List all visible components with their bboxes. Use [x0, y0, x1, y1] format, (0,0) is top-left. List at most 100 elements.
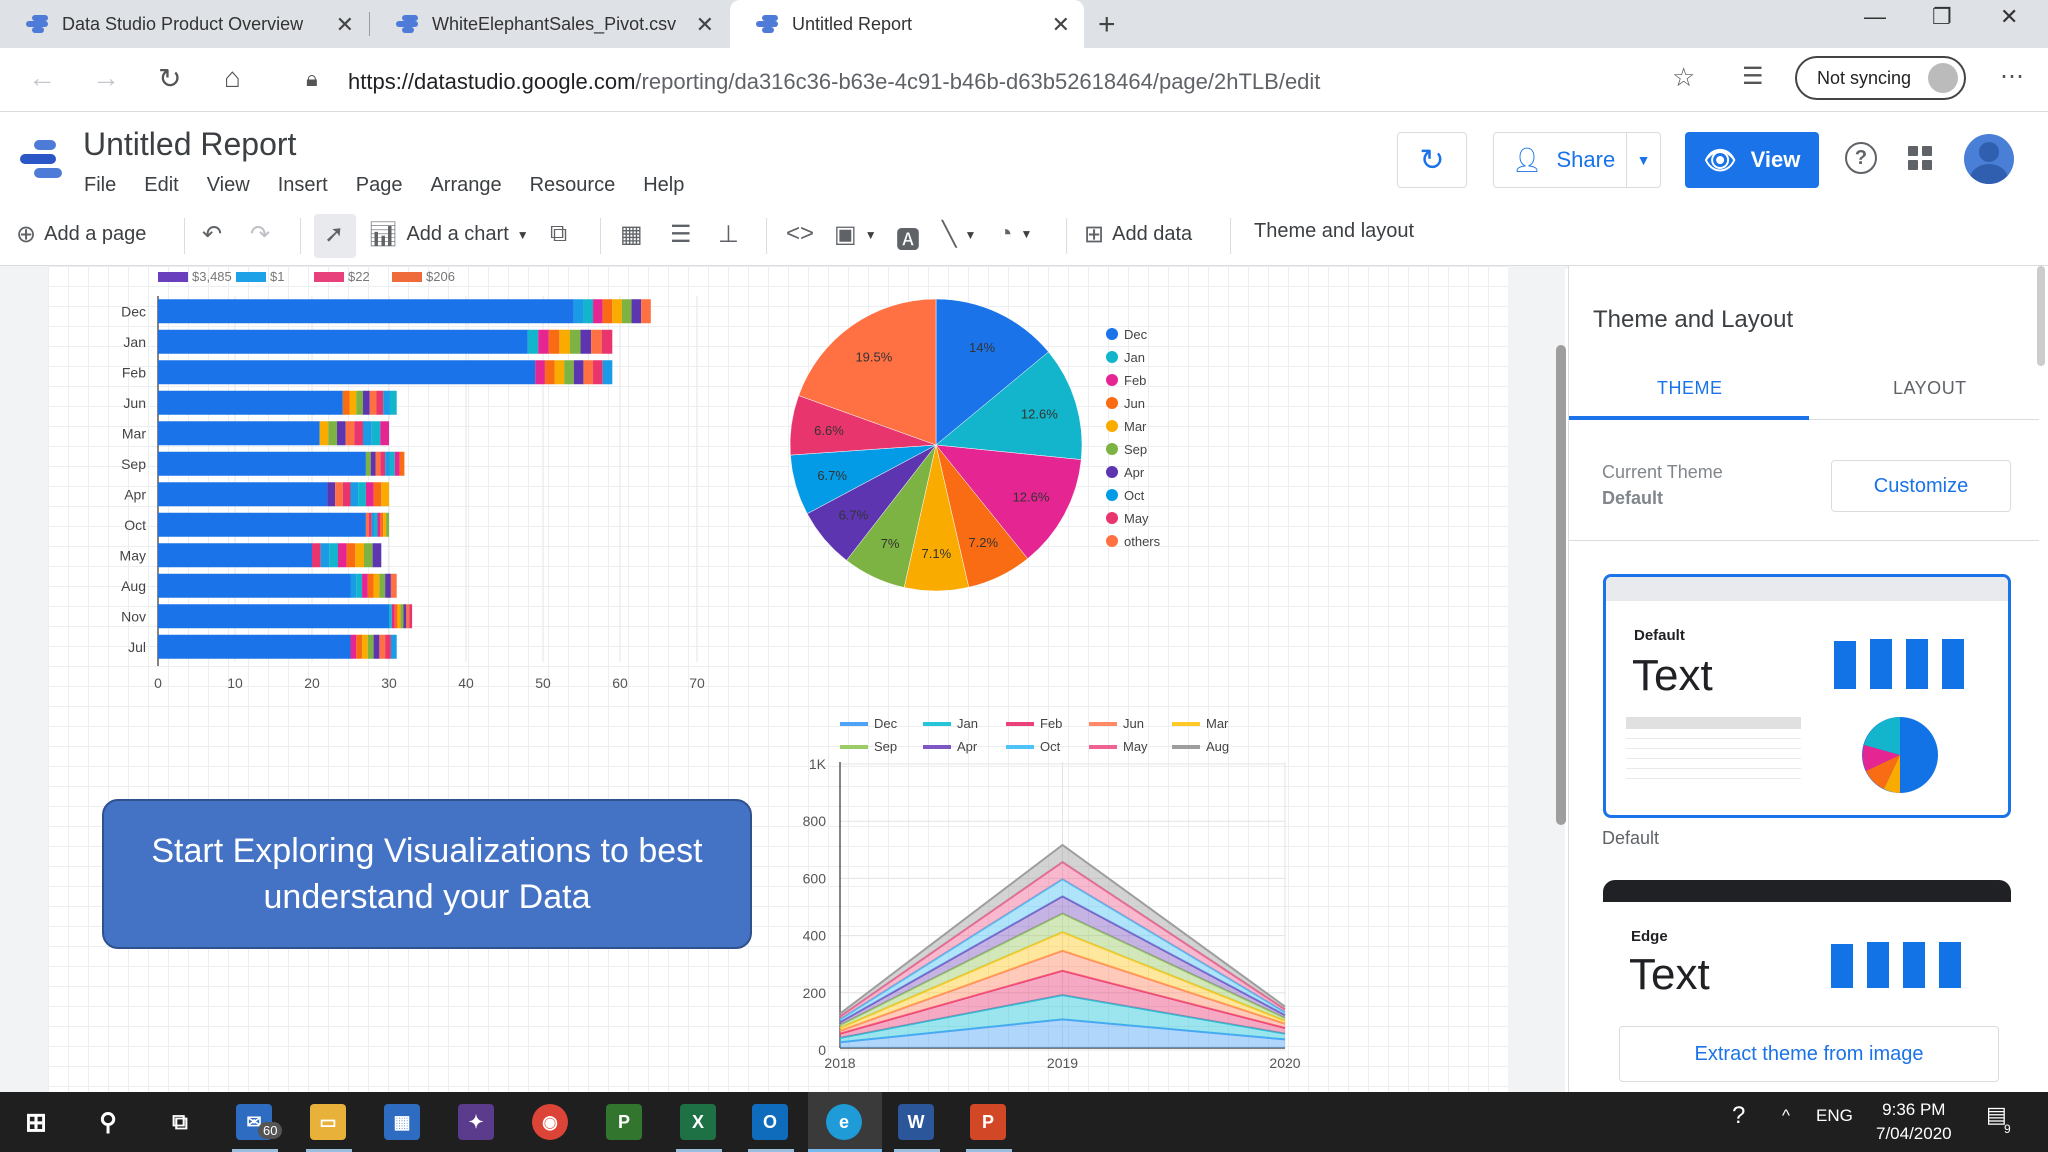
store-icon[interactable]: ▦	[384, 1104, 420, 1140]
theme-card-default[interactable]: Default Text	[1603, 574, 2011, 818]
home-icon[interactable]: ⌂	[224, 62, 241, 94]
customize-button[interactable]: Customize	[1831, 460, 2011, 512]
data-control-icon: ⊥	[718, 221, 739, 248]
filter-control-button[interactable]: ☰	[670, 220, 692, 249]
file-explorer-icon[interactable]: ▭	[310, 1104, 346, 1140]
account-avatar[interactable]	[1964, 134, 2014, 184]
refresh-data-button[interactable]: ↻	[1397, 132, 1467, 188]
legend-swatch	[1172, 745, 1200, 749]
shape-button[interactable]: ◔ ▼	[998, 220, 1032, 248]
apps-grid-icon[interactable]	[1908, 146, 1932, 170]
legend-swatch	[1089, 745, 1117, 749]
favorites-icon[interactable]: ☰	[1742, 62, 1764, 91]
legend-swatch	[840, 745, 868, 749]
bar-segment	[400, 604, 404, 629]
legend-label: May	[1123, 739, 1148, 754]
panel-scrollbar[interactable]	[2037, 266, 2045, 366]
image-button[interactable]: ▣ ▼	[834, 220, 877, 249]
add-data-button[interactable]: ⊞ Add data	[1084, 220, 1192, 249]
minimize-icon[interactable]: —	[1864, 4, 1886, 30]
callout-text-box[interactable]: Start Exploring Visualizations to best u…	[102, 799, 752, 949]
share-dropdown-icon[interactable]: ▼	[1626, 133, 1660, 187]
extract-theme-button[interactable]: Extract theme from image	[1619, 1026, 1999, 1082]
data-control-button[interactable]: ⊥	[718, 220, 739, 249]
bar-segment	[573, 299, 584, 324]
menu-resource[interactable]: Resource	[530, 174, 616, 197]
photos-icon[interactable]: ✦	[458, 1104, 494, 1140]
bar-segment	[377, 512, 381, 537]
reload-icon[interactable]: ↻	[158, 62, 181, 95]
menu-edit[interactable]: Edit	[144, 174, 178, 197]
browser-tab-active[interactable]: Untitled Report ✕	[730, 0, 1084, 48]
theme-card-name: Default	[1634, 627, 1685, 644]
edge-browser-icon[interactable]: e	[826, 1104, 862, 1140]
redo-icon: ↷	[250, 221, 271, 248]
select-tool[interactable]: ➚	[324, 220, 344, 249]
help-tray-icon[interactable]: ?	[1732, 1102, 1745, 1130]
menu-page[interactable]: Page	[356, 174, 403, 197]
tab-theme[interactable]: THEME	[1657, 378, 1723, 399]
menu-view[interactable]: View	[207, 174, 250, 197]
legend-label: $1	[270, 269, 284, 284]
stacked-bar-chart[interactable]: $3,485 $1 $22 $206 0 10 20 30 40 50 60 70 Dec Jan Feb J…	[90, 266, 730, 696]
menu-help[interactable]: Help	[643, 174, 684, 197]
pie-chart[interactable]: 14% 12.6% 12.6% 7.2% 7.1% 7% 6.7% 6.7% 6.6% 19.5%…	[770, 280, 1190, 610]
legend-swatch	[923, 745, 951, 749]
undo-button[interactable]: ↶	[202, 220, 222, 249]
language-indicator[interactable]: ENG	[1816, 1106, 1853, 1126]
more-icon[interactable]: ⋯	[2000, 62, 2024, 91]
stacked-area-chart[interactable]: Dec Jan Feb Jun Mar Sep Apr Oct May Aug 1K 800 600 40…	[780, 700, 1340, 1090]
report-title[interactable]: Untitled Report	[83, 126, 296, 163]
slice-label: 19.5%	[855, 350, 892, 365]
close-icon[interactable]: ✕	[696, 12, 714, 38]
profile-sync-button[interactable]: Not syncing	[1795, 56, 1966, 100]
powerpoint-icon[interactable]: P	[970, 1104, 1006, 1140]
task-view-icon[interactable]: ⧉	[162, 1104, 198, 1140]
bar-segment	[383, 512, 387, 537]
url-embed-button[interactable]: <>	[786, 220, 814, 248]
view-button[interactable]: 👁︎ View	[1685, 132, 1819, 188]
url-field[interactable]: 🔒︎ https://datastudio.google.com/reporti…	[282, 58, 1702, 102]
close-icon[interactable]: ✕	[336, 12, 354, 38]
menu-file[interactable]: File	[84, 174, 116, 197]
browser-tab[interactable]: WhiteElephantSales_Pivot.csv ✕	[370, 0, 728, 48]
date-range-button[interactable]: ▦	[620, 220, 643, 249]
share-button[interactable]: 👤︎ Share ▼	[1493, 132, 1661, 188]
bar-segment	[363, 421, 372, 446]
line-button[interactable]: ╲ ▼	[942, 220, 976, 249]
canvas-scrollbar[interactable]	[1556, 345, 1566, 825]
forward-icon[interactable]: →	[92, 62, 120, 94]
legend-label: Mar	[1206, 716, 1229, 731]
windows-start-icon[interactable]: ⊞	[18, 1104, 54, 1140]
chrome-icon[interactable]: ◉	[532, 1104, 568, 1140]
slice-label: 12.6%	[1021, 407, 1058, 422]
back-icon[interactable]: ←	[28, 62, 56, 94]
text-button[interactable]: 🅰︎	[896, 220, 920, 255]
x-tick-label: 70	[689, 675, 705, 691]
add-page-button[interactable]: ⊕ Add a page	[16, 220, 146, 249]
system-clock[interactable]: 9:36 PM 7/04/2020	[1876, 1098, 1952, 1146]
search-icon[interactable]: ⚲	[90, 1104, 126, 1140]
add-chart-button[interactable]: 📊︎ Add a chart ▼	[368, 220, 529, 249]
menu-insert[interactable]: Insert	[278, 174, 328, 197]
tab-layout[interactable]: LAYOUT	[1893, 378, 1967, 399]
data-studio-logo[interactable]	[20, 140, 64, 184]
community-viz-button[interactable]: ⧉	[550, 220, 567, 248]
new-tab-button[interactable]: +	[1098, 8, 1116, 42]
menu-arrange[interactable]: Arrange	[430, 174, 501, 197]
outlook-icon[interactable]: O	[752, 1104, 788, 1140]
theme-card-sample-text: Text	[1632, 651, 1713, 700]
close-icon[interactable]: ✕	[1052, 12, 1070, 38]
chevron-up-icon[interactable]: ^	[1782, 1106, 1790, 1126]
word-icon[interactable]: W	[898, 1104, 934, 1140]
restore-icon[interactable]: ❐	[1932, 4, 1952, 30]
favorite-star-icon[interactable]: ☆	[1672, 62, 1695, 93]
data-studio-icon	[26, 13, 48, 35]
excel-icon[interactable]: X	[680, 1104, 716, 1140]
help-icon[interactable]: ?	[1845, 142, 1877, 174]
project-icon[interactable]: P	[606, 1104, 642, 1140]
redo-button[interactable]: ↷	[250, 220, 270, 249]
close-window-icon[interactable]: ✕	[2000, 4, 2018, 30]
theme-layout-button[interactable]: Theme and layout	[1254, 220, 1414, 243]
browser-tab[interactable]: Data Studio Product Overview ✕	[0, 0, 368, 48]
